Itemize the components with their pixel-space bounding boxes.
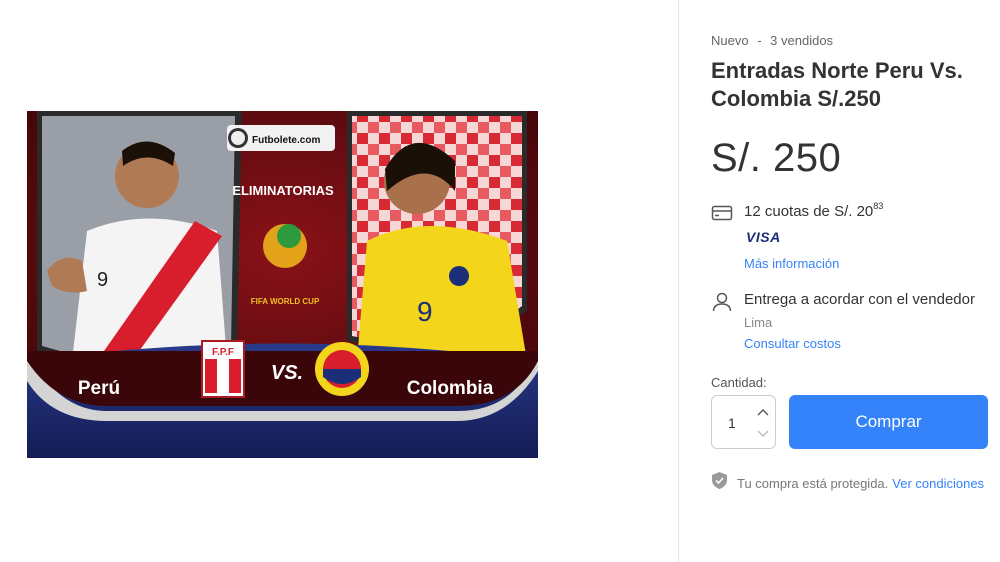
product-title: Entradas Norte Peru Vs. Colombia S/.250 — [711, 58, 963, 111]
protection-row: Tu compra está protegida. Ver condicione… — [711, 471, 984, 495]
team-right-name: Colombia — [407, 378, 494, 399]
product-image[interactable]: 9 9 Futbolete.com ELIMINATORIAS FIFA WOR… — [27, 111, 538, 458]
quantity-stepper[interactable]: 1 — [711, 395, 776, 449]
chevron-up-icon[interactable] — [755, 404, 771, 420]
visa-logo: VISA — [746, 229, 781, 245]
product-gallery: 9 9 Futbolete.com ELIMINATORIAS FIFA WOR… — [0, 0, 678, 562]
conditions-link[interactable]: Ver condiciones — [892, 476, 984, 491]
product-price: S/. 250 — [711, 136, 842, 180]
buy-box: Nuevo - 3 vendidos Entradas Norte Peru V… — [711, 0, 1000, 562]
shield-check-icon — [711, 471, 728, 495]
quantity-label: Cantidad: — [711, 375, 767, 390]
brand-text: Futbolete.com — [252, 135, 320, 146]
condition-label: Nuevo — [711, 33, 749, 48]
more-info-link[interactable]: Más información — [744, 256, 839, 271]
installments-row: 12 cuotas de S/. 2083 — [711, 201, 884, 226]
delivery-row: Entrega a acordar con el vendedor — [711, 291, 975, 317]
credit-card-icon — [711, 205, 733, 226]
installments-text: 12 cuotas de S/. 2083 — [744, 201, 884, 220]
protection-text: Tu compra está protegida. — [737, 475, 889, 491]
column-divider — [678, 0, 679, 562]
team-left-name: Perú — [78, 378, 120, 399]
jersey-number-left: 9 — [97, 269, 108, 291]
seller-city: Lima — [744, 315, 773, 330]
vs-text: VS. — [271, 362, 303, 384]
match-poster: 9 9 Futbolete.com ELIMINATORIAS FIFA WOR… — [27, 111, 538, 458]
cup-text: FIFA WORLD CUP — [251, 297, 320, 306]
sold-count: 3 vendidos — [770, 33, 834, 48]
chevron-down-icon[interactable] — [755, 426, 771, 442]
person-icon — [711, 292, 733, 317]
installments-cents: 83 — [873, 201, 884, 211]
event-text: ELIMINATORIAS — [232, 183, 334, 198]
product-subtitle: Nuevo - 3 vendidos — [711, 33, 833, 48]
quantity-value: 1 — [728, 415, 736, 431]
shipping-costs-link[interactable]: Consultar costos — [744, 336, 841, 351]
buy-button[interactable]: Comprar — [789, 395, 988, 449]
fpf-text: F.P.F — [212, 347, 234, 358]
subtitle-separator: - — [757, 33, 762, 48]
delivery-text: Entrega a acordar con el vendedor — [744, 291, 975, 308]
jersey-number-right: 9 — [417, 296, 433, 327]
installments-amount: 12 cuotas de S/. 20 — [744, 203, 874, 220]
